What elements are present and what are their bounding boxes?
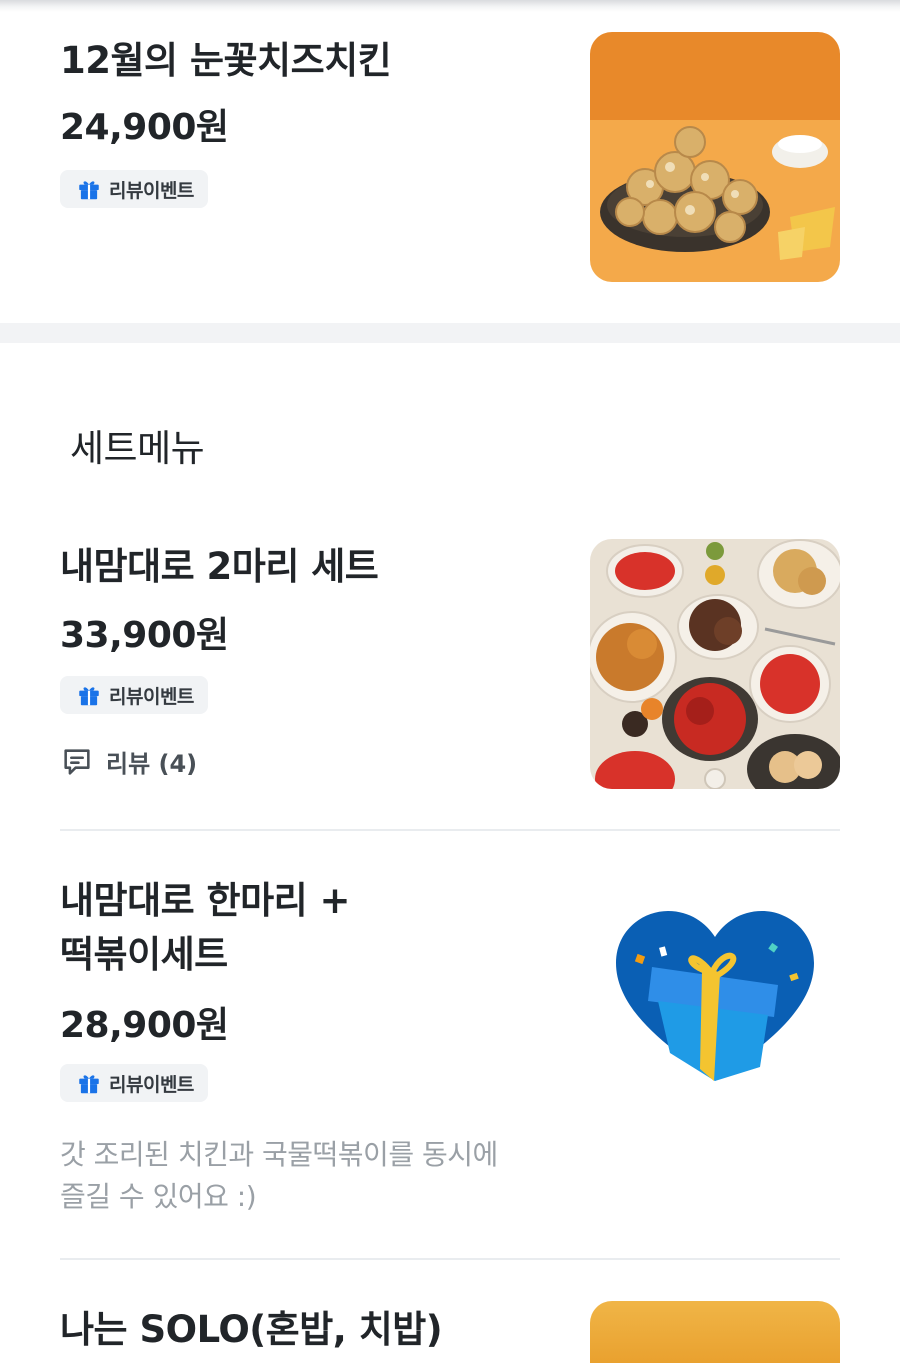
top-shadow <box>0 0 900 12</box>
menu-list-page: 12월의 눈꽃치즈치킨 24,900원 리뷰이벤트 세트메뉴 내맘대로 2마리 … <box>0 0 900 1363</box>
review-event-badge: 리뷰이벤트 <box>60 676 208 714</box>
review-event-label: 리뷰이벤트 <box>109 1073 194 1096</box>
review-event-badge: 리뷰이벤트 <box>60 170 208 208</box>
menu-item-description: 갓 조리된 치킨과 국물떡볶이를 동시에 즐길 수 있어요 :) <box>60 1134 560 1218</box>
solo-meal-photo[interactable] <box>590 1301 840 1363</box>
review-count: 리뷰 (4) <box>106 750 198 778</box>
section-separator <box>0 323 900 343</box>
chicken-set-photo[interactable] <box>590 539 840 789</box>
description-line2: 즐길 수 있어요 :) <box>60 1180 257 1213</box>
cheese-chicken-photo[interactable] <box>590 32 840 282</box>
review-event-label: 리뷰이벤트 <box>109 685 194 708</box>
review-event-label: 리뷰이벤트 <box>109 179 194 202</box>
comment-icon <box>64 748 90 775</box>
gift-icon <box>79 181 99 200</box>
heart-gift-icon[interactable] <box>590 889 840 1139</box>
gift-icon <box>79 1075 99 1094</box>
gift-icon <box>79 687 99 706</box>
review-event-badge: 리뷰이벤트 <box>60 1064 208 1102</box>
section-title: 세트메뉴 <box>70 427 205 470</box>
description-line1: 갓 조리된 치킨과 국물떡볶이를 동시에 <box>60 1138 498 1171</box>
item-divider <box>60 829 840 831</box>
item-divider <box>60 1258 840 1260</box>
